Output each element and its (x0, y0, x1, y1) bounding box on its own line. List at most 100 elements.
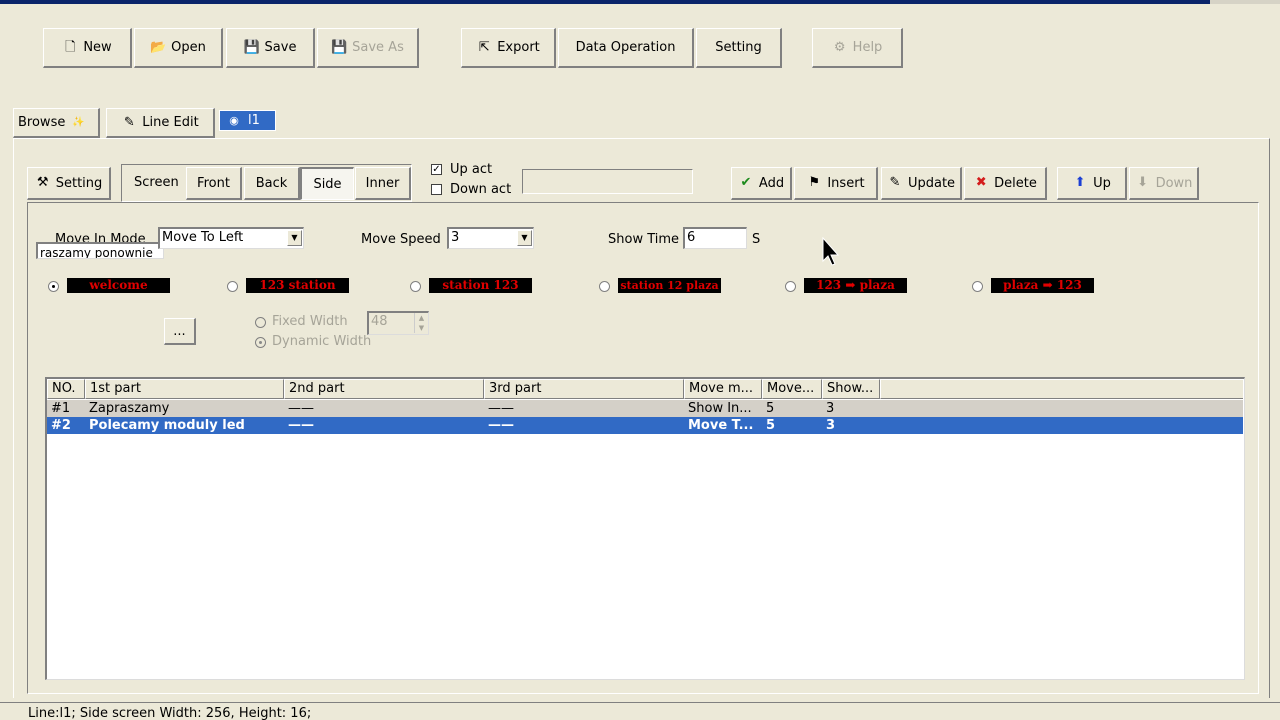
fixed-width-label: Fixed Width (272, 314, 348, 329)
insert-button[interactable]: ⚑ Insert (794, 167, 878, 200)
browse-font-label: ... (173, 323, 186, 339)
delete-button[interactable]: ✖ Delete (964, 167, 1047, 200)
export-icon: ⇱ (478, 39, 490, 55)
panel-setting-label: Setting (55, 175, 103, 191)
chevron-down-icon[interactable]: ▼ (517, 230, 532, 246)
browse-icon: ✨ (72, 116, 85, 128)
move-speed-select[interactable]: 3 ▼ (447, 227, 534, 249)
save-button[interactable]: 💾 Save (226, 28, 315, 68)
preset-radio-6[interactable] (972, 281, 983, 292)
tab-browse[interactable]: Browse ✨ (13, 108, 100, 138)
up-act-checkbox[interactable]: ✓ (431, 164, 442, 175)
status-text: Line:l1; Side screen Width: 256, Height:… (28, 706, 312, 720)
preset-radio-1[interactable] (48, 281, 59, 292)
down-act-label: Down act (450, 182, 512, 197)
lines-table[interactable]: NO. 1st part 2nd part 3rd part Move m...… (45, 377, 1245, 680)
help-icon: ⚙ (833, 39, 846, 55)
down-label: Down (1155, 175, 1193, 191)
fixed-width-value: 48 (371, 314, 388, 329)
save-as-button[interactable]: 💾 Save As (317, 28, 419, 68)
save-label: Save (264, 40, 297, 55)
show-time-unit: S (752, 232, 761, 247)
table-row-selected[interactable]: #2 Polecamy moduly led —— —— Move T... 5… (47, 417, 1243, 434)
checkmark-icon: ✔ (740, 175, 752, 190)
floppy-icon: 💾 (331, 39, 348, 55)
export-label: Export (497, 40, 540, 55)
chevron-down-icon[interactable]: ▼ (287, 230, 302, 246)
tab-l1-label: l1 (248, 113, 260, 128)
screen-back-label: Back (255, 175, 288, 191)
browse-font-button[interactable]: ... (164, 318, 196, 345)
display-icon: ◉ (229, 113, 239, 127)
preset-radio-5[interactable] (785, 281, 796, 292)
led-preset-4[interactable]: station 12 plaza (618, 278, 721, 293)
update-label: Update (907, 175, 956, 191)
down-act-checkbox[interactable] (431, 184, 442, 195)
col-1st-part[interactable]: 1st part (85, 379, 284, 399)
col-move-speed[interactable]: Move... (762, 379, 822, 399)
data-operation-button[interactable]: Data Operation (558, 28, 694, 68)
toolbar-setting-label: Setting (715, 40, 762, 55)
line-edit-icon: ✎ (123, 114, 135, 130)
panel-setting-button[interactable]: ⚒ Setting (27, 167, 111, 200)
fixed-width-input[interactable]: 48 ▲ ▼ (367, 311, 429, 335)
preset-radio-4[interactable] (599, 281, 610, 292)
fixed-width-radio[interactable] (255, 317, 266, 328)
up-button[interactable]: ⬆ Up (1057, 167, 1127, 200)
toolbar-setting-button[interactable]: Setting (696, 28, 782, 68)
screen-inner-button[interactable]: Inner (355, 167, 411, 200)
preset-radio-3[interactable] (410, 281, 421, 292)
col-move-mode[interactable]: Move m... (684, 379, 762, 399)
move-speed-value: 3 (451, 230, 460, 245)
move-in-mode-select[interactable]: Move To Left ▼ (158, 227, 304, 249)
led-preset-5[interactable]: 123 ➡ plaza (804, 278, 907, 293)
update-icon: ✎ (889, 175, 901, 190)
cell-2nd-part: —— (288, 418, 314, 433)
mouse-cursor-icon (822, 237, 840, 266)
delete-x-icon: ✖ (975, 175, 987, 190)
export-button[interactable]: ⇱ Export (461, 28, 556, 68)
cell-move-mode: Show In... (688, 401, 752, 416)
screen-label: Screen (134, 175, 179, 190)
cell-show-time: 3 (826, 418, 836, 433)
tab-line-edit[interactable]: ✎ Line Edit (106, 108, 215, 138)
dynamic-width-radio[interactable] (255, 337, 266, 348)
screen-side-button[interactable]: Side (300, 167, 354, 200)
spin-up-icon[interactable]: ▲ (414, 313, 428, 323)
dynamic-width-label: Dynamic Width (272, 334, 372, 349)
led-preset-3[interactable]: station 123 (429, 278, 532, 293)
window-controls[interactable] (1210, 0, 1280, 4)
preset-radio-2[interactable] (227, 281, 238, 292)
col-3rd-part[interactable]: 3rd part (484, 379, 684, 399)
led-preset-1[interactable]: welcome (67, 278, 170, 293)
col-show-time[interactable]: Show... (822, 379, 880, 399)
hammer-icon: ⚒ (36, 175, 49, 190)
delete-label: Delete (994, 175, 1037, 191)
screen-back-button[interactable]: Back (244, 167, 300, 200)
screen-front-label: Front (197, 175, 230, 191)
spin-down-icon[interactable]: ▼ (414, 323, 428, 333)
update-button[interactable]: ✎ Update (881, 167, 962, 200)
table-row[interactable]: #1 Zapraszamy —— —— Show In... 5 3 (47, 400, 1243, 417)
arrow-up-icon: ⬆ (1074, 175, 1086, 190)
show-time-input[interactable]: 6 (683, 227, 747, 249)
open-button[interactable]: 📂 Open (134, 28, 223, 68)
up-label: Up (1093, 175, 1111, 191)
folder-open-icon: 📂 (150, 39, 167, 55)
help-button[interactable]: ⚙ Help (812, 28, 903, 68)
line-text-input[interactable]: raszamy ponownie (36, 242, 164, 259)
new-button[interactable]: 🗋 New (43, 28, 132, 68)
screen-side-label: Side (313, 176, 342, 192)
col-2nd-part[interactable]: 2nd part (284, 379, 484, 399)
down-button[interactable]: ⬇ Down (1129, 167, 1199, 200)
tab-l1[interactable]: ◉ l1 (219, 110, 276, 131)
col-no[interactable]: NO. (47, 379, 85, 399)
screen-front-button[interactable]: Front (186, 167, 242, 200)
open-label: Open (171, 40, 206, 55)
tab-line-edit-label: Line Edit (142, 115, 199, 130)
led-preset-2[interactable]: 123 station (246, 278, 349, 293)
led-preset-6[interactable]: plaza ➡ 123 (991, 278, 1094, 293)
cell-show-time: 3 (826, 401, 835, 416)
add-button[interactable]: ✔ Add (731, 167, 792, 200)
cell-3rd-part: —— (488, 401, 514, 416)
